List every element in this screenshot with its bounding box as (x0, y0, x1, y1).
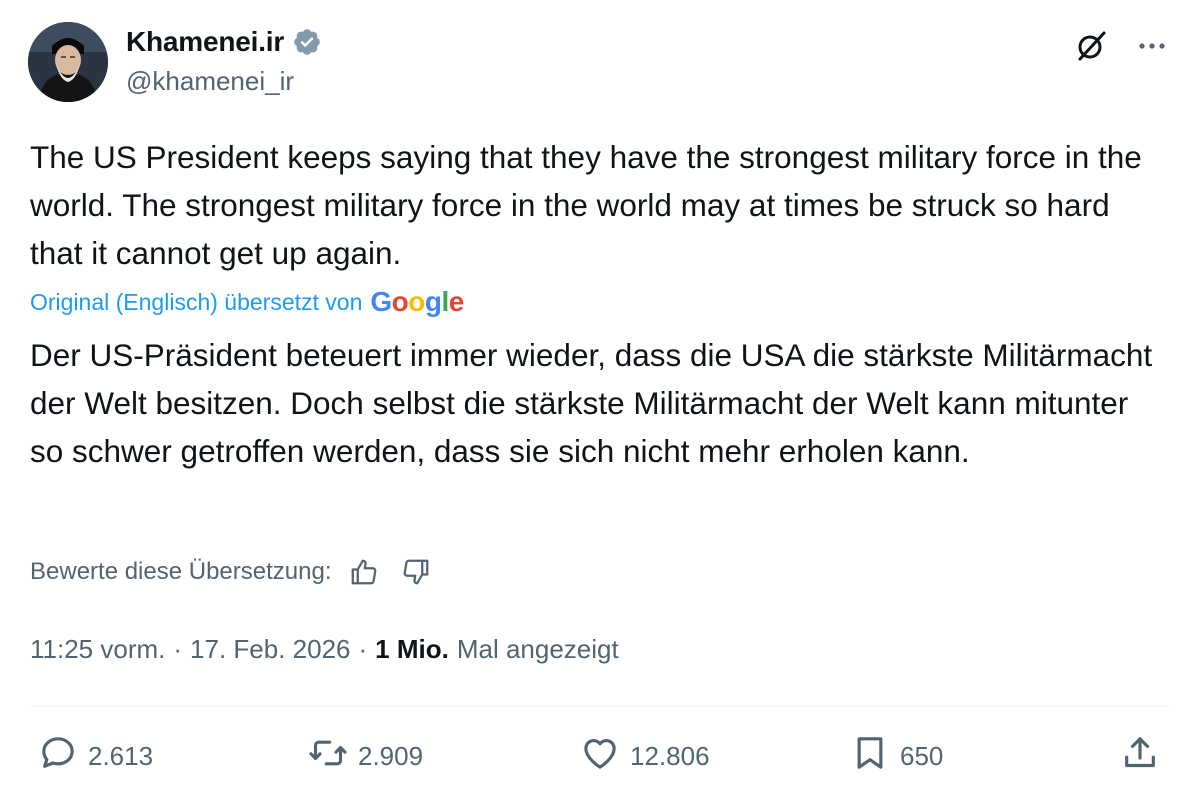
translation-label[interactable]: Original (Englisch) übersetzt von (30, 289, 362, 316)
avatar[interactable] (28, 22, 108, 102)
thumbs-down-icon[interactable] (398, 554, 434, 590)
bookmark-count: 650 (900, 740, 944, 771)
reply-count: 2.613 (88, 740, 154, 771)
tweet-date[interactable]: 17. Feb. 2026 (190, 634, 350, 665)
bookmark-button[interactable]: 650 (850, 728, 943, 784)
rate-translation-label: Bewerte diese Übersetzung: (30, 558, 332, 585)
grok-icon[interactable] (1072, 26, 1112, 66)
google-logo: Google (370, 286, 464, 317)
like-button[interactable]: 12.806 (580, 728, 710, 784)
repost-button[interactable]: 2.909 (308, 728, 423, 784)
tweet-original-text: The US President keeps saying that they … (30, 139, 1142, 271)
more-options-icon[interactable] (1132, 26, 1172, 66)
share-button[interactable] (1120, 728, 1160, 784)
display-name[interactable]: Khamenei.ir (126, 26, 284, 58)
divider (30, 706, 1170, 707)
share-icon (1120, 733, 1160, 780)
meta-separator: · (358, 634, 368, 664)
verified-badge-icon (292, 27, 322, 57)
reply-button[interactable]: 2.613 (38, 728, 153, 784)
heart-icon (580, 733, 620, 780)
meta-separator: · (173, 634, 183, 664)
repost-count: 2.909 (358, 740, 424, 771)
tweet-translated-text: Der US-Präsident beteuert immer wieder, … (30, 337, 1153, 469)
bookmark-icon (850, 733, 890, 780)
thumbs-up-icon[interactable] (346, 554, 382, 590)
views-count: 1 Mio. (375, 634, 449, 664)
repost-icon (308, 733, 348, 780)
like-count: 12.806 (630, 740, 710, 771)
reply-icon (38, 733, 78, 780)
translation-attribution[interactable]: Original (Englisch) übersetzt von Google (30, 286, 464, 318)
views-label: Mal angezeigt (456, 634, 619, 664)
handle[interactable]: @khamenei_ir (126, 66, 294, 97)
tweet-time[interactable]: 11:25 vorm. (30, 634, 165, 665)
